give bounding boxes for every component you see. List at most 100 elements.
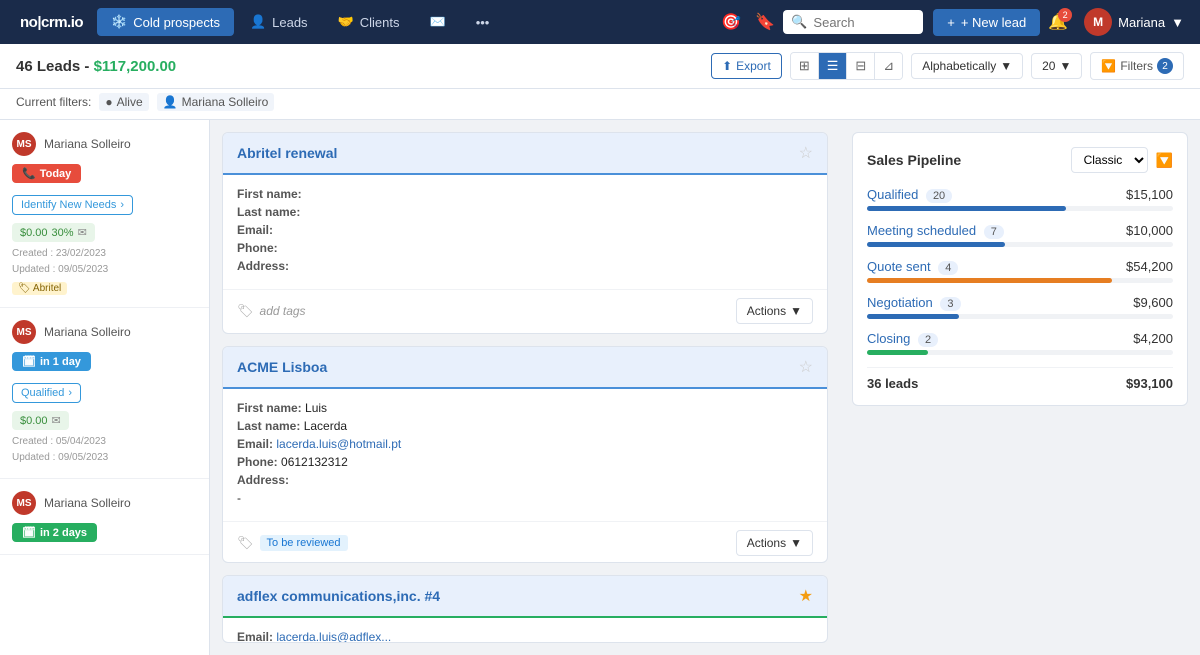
actions-label-2: Actions: [747, 536, 786, 550]
per-page-button[interactable]: 20 ▼: [1031, 53, 1082, 79]
pipeline-stage-name-2[interactable]: Quote sent: [867, 259, 931, 274]
pipeline-bar-bg-3: [867, 314, 1173, 319]
actions-button-2[interactable]: Actions ▼: [736, 530, 813, 556]
lastname-val-2: Lacerda: [304, 419, 347, 433]
plus-icon: +: [947, 15, 955, 30]
sort-button[interactable]: Alphabetically ▼: [911, 53, 1023, 79]
sidebar-dates-2: Created : 05/04/2023 Updated : 09/05/202…: [12, 434, 197, 466]
field-firstname-1: First name:: [237, 187, 813, 201]
sidebar-stage-2[interactable]: Qualified ›: [12, 383, 81, 403]
right-sidebar: Sales Pipeline Classic 🔽 Qualified 20 $1…: [840, 120, 1200, 655]
field-lastname-1: Last name:: [237, 205, 813, 219]
tag-label-2[interactable]: To be reviewed: [260, 535, 348, 551]
nav-tab-mail[interactable]: ✉️: [416, 8, 460, 36]
pipeline-stage-amount-2: $54,200: [1126, 259, 1173, 274]
list-view-button[interactable]: ☰: [819, 53, 848, 79]
sidebar-amount-2: $0.00 ✉: [12, 411, 69, 430]
leads-amount: $117,200.00: [94, 58, 177, 75]
email-link-2[interactable]: lacerda.luis@hotmail.pt: [276, 437, 401, 451]
user-menu-chevron: ▼: [1171, 15, 1184, 30]
view-toggle-group: ⊞ ☰ ⊟ ⊿: [790, 52, 903, 80]
user-menu-button[interactable]: M Mariana ▼: [1076, 4, 1192, 40]
nav-tab-more[interactable]: •••: [462, 9, 504, 36]
sidebar-tag-day-3[interactable]: 🗓 in 2 days: [12, 523, 97, 542]
pipeline-bar-bg-0: [867, 206, 1173, 211]
nav-tab-leads[interactable]: 👤 Leads: [236, 8, 322, 36]
actions-button-1[interactable]: Actions ▼: [736, 298, 813, 324]
pipeline-row-header-1: Meeting scheduled 7 $10,000: [867, 223, 1173, 238]
pipeline-stage-name-0[interactable]: Qualified: [867, 187, 918, 202]
lead-card-title-1[interactable]: Abritel renewal: [237, 145, 337, 161]
sidebar-label-1: 🏷 Abritel: [12, 282, 67, 295]
filter-button[interactable]: 🔽 Filters 2: [1090, 52, 1184, 80]
bookmark-icon-btn[interactable]: 🔖: [749, 6, 781, 38]
sidebar-name-2: Mariana Solleiro: [44, 325, 131, 339]
lead-card-title-2[interactable]: ACME Lisboa: [237, 359, 327, 375]
lead-card-star-2[interactable]: ☆: [799, 357, 813, 377]
pipeline-row-header-4: Closing 2 $4,200: [867, 331, 1173, 346]
pipeline-header: Sales Pipeline Classic 🔽: [867, 147, 1173, 173]
sidebar-lead-item-1[interactable]: MS Mariana Solleiro 📞 Today Identify New…: [0, 120, 209, 308]
actions-label-1: Actions: [747, 304, 786, 318]
column-view-button[interactable]: ⊟: [847, 53, 875, 79]
pipeline-stage-amount-0: $15,100: [1126, 187, 1173, 202]
field-lastname-2: Last name: Lacerda: [237, 419, 813, 433]
lead-card-header-1: Abritel renewal ☆: [223, 133, 827, 175]
export-button[interactable]: ⬆ Export: [711, 53, 782, 79]
clients-icon: 🤝: [338, 14, 354, 30]
filter-tag-alive[interactable]: ● Alive: [99, 93, 148, 111]
sidebar-tag-today-1[interactable]: 📞 Today: [12, 164, 81, 183]
sidebar-name-1: Mariana Solleiro: [44, 137, 131, 151]
lead-card-star-3[interactable]: ★: [799, 586, 813, 606]
pipeline-view-select[interactable]: Classic: [1071, 147, 1148, 173]
nav-tab-clients[interactable]: 🤝 Clients: [324, 8, 414, 36]
person-icon: 👤: [163, 95, 178, 109]
new-lead-button[interactable]: + + New lead: [933, 9, 1040, 36]
pipeline-stage-row-0: Qualified 20 $15,100: [867, 187, 1173, 211]
new-lead-label: + New lead: [961, 15, 1026, 30]
field-address-val-2: -: [237, 491, 813, 505]
sidebar-tag-day-2[interactable]: 🗓 in 1 day: [12, 352, 91, 371]
notification-badge: 2: [1058, 8, 1072, 22]
tag-area-2: 🏷 To be reviewed: [237, 535, 348, 551]
nav-tab-cold-prospects[interactable]: ❄️ Cold prospects: [97, 8, 234, 36]
pipeline-filter-icon[interactable]: 🔽: [1156, 152, 1173, 169]
field-email-3: Email: lacerda.luis@adflex...: [237, 630, 813, 643]
grid-view-button[interactable]: ⊞: [791, 53, 819, 79]
sort-chevron-icon: ▼: [1000, 59, 1012, 73]
pipeline-stage-name-3[interactable]: Negotiation: [867, 295, 933, 310]
tag-placeholder-1[interactable]: add tags: [260, 304, 306, 318]
mail-icon: ✉️: [430, 14, 446, 30]
sidebar-stage-1[interactable]: Identify New Needs ›: [12, 195, 133, 215]
email-link-3[interactable]: lacerda.luis@adflex...: [276, 630, 391, 643]
chart-view-button[interactable]: ⊿: [875, 53, 902, 79]
pipeline-stage-name-4[interactable]: Closing: [867, 331, 910, 346]
pipeline-totals: 36 leads $93,100: [867, 367, 1173, 391]
sidebar-lead-item-3[interactable]: MS Mariana Solleiro 🗓 in 2 days: [0, 479, 209, 555]
filter-user-label: Mariana Solleiro: [182, 95, 269, 109]
main-layout: MS Mariana Solleiro 📞 Today Identify New…: [0, 120, 1200, 655]
search-input[interactable]: [813, 15, 915, 30]
user-name: Mariana: [1118, 15, 1165, 30]
lead-card-star-1[interactable]: ☆: [799, 143, 813, 163]
pipeline-stage-name-1[interactable]: Meeting scheduled: [867, 223, 976, 238]
pipeline-stage-amount-4: $4,200: [1133, 331, 1173, 346]
field-phone-2: Phone: 0612132312: [237, 455, 813, 469]
lead-card-title-3[interactable]: adflex communications,inc. #4: [237, 588, 440, 604]
pipeline-bar-3: [867, 314, 959, 319]
target-icon-btn[interactable]: 🎯: [715, 6, 747, 38]
filter-label: Filters: [1120, 59, 1153, 73]
pipeline-bar-bg-2: [867, 278, 1173, 283]
pipeline-total-amount: $93,100: [1126, 376, 1173, 391]
sidebar-lead-item-2[interactable]: MS Mariana Solleiro 🗓 in 1 day Qualified…: [0, 308, 209, 479]
pipeline-stage-count-2: 4: [938, 261, 958, 275]
pipeline-controls: Classic 🔽: [1071, 147, 1173, 173]
app-logo: no|crm.io: [8, 14, 95, 31]
filter-tag-user[interactable]: 👤 Mariana Solleiro: [157, 93, 275, 111]
notification-button[interactable]: 🔔 2: [1042, 6, 1074, 38]
pipeline-total-label: 36 leads: [867, 376, 918, 391]
user-avatar: M: [1084, 8, 1112, 36]
lead-card-1: Abritel renewal ☆ First name: Last name:…: [222, 132, 828, 334]
pipeline-stage-row-2: Quote sent 4 $54,200: [867, 259, 1173, 283]
sidebar-amount-1: $0.00 30% ✉: [12, 223, 95, 242]
